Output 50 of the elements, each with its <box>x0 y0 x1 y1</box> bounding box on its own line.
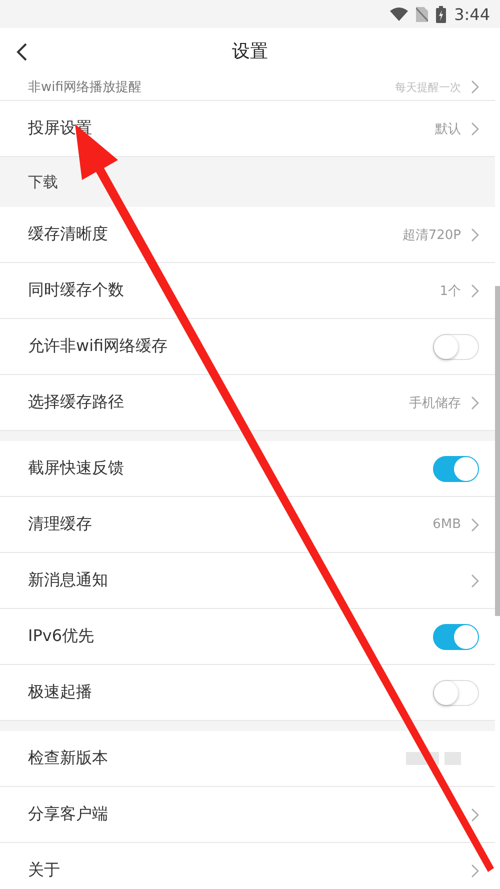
settings-row[interactable]: IPv6优先 <box>0 609 495 665</box>
row-label: 新消息通知 <box>28 570 108 591</box>
row-label: 选择缓存路径 <box>28 392 124 413</box>
chevron-icon <box>471 122 479 136</box>
page-title: 设置 <box>232 40 268 63</box>
row-label: IPv6优先 <box>28 626 94 647</box>
row-label: 允许非wifi网络缓存 <box>28 336 168 357</box>
row-label: 非wifi网络播放提醒 <box>28 79 142 96</box>
chevron-icon <box>471 808 479 822</box>
row-value: 手机储存 <box>409 394 461 412</box>
row-label: 极速起播 <box>28 682 92 703</box>
chevron-icon <box>471 396 479 410</box>
settings-row[interactable]: 非wifi网络播放提醒 每天提醒一次 <box>0 74 495 101</box>
wifi-icon <box>390 7 408 21</box>
chevron-icon <box>471 518 479 532</box>
row-label: 关于 <box>28 860 60 881</box>
row-value: 每天提醒一次 <box>395 80 461 94</box>
toggle-switch[interactable] <box>433 456 479 482</box>
row-label: 清理缓存 <box>28 514 92 535</box>
settings-row[interactable]: 允许非wifi网络缓存 <box>0 319 495 375</box>
row-value: 1个 <box>440 282 461 300</box>
row-label: 分享客户端 <box>28 804 108 825</box>
toggle-switch[interactable] <box>433 624 479 650</box>
settings-row[interactable]: 新消息通知 <box>0 553 495 609</box>
settings-row[interactable]: 缓存清晰度 超清720P <box>0 207 495 263</box>
row-label: 检查新版本 <box>28 748 108 769</box>
row-label: 截屏快速反馈 <box>28 458 124 479</box>
settings-row[interactable]: 选择缓存路径 手机储存 <box>0 375 495 431</box>
chevron-icon <box>471 80 479 94</box>
status-time: 3:44 <box>454 4 490 24</box>
no-sim-icon <box>416 6 428 22</box>
settings-row[interactable]: 截屏快速反馈 <box>0 441 495 497</box>
settings-row[interactable]: 同时缓存个数 1个 <box>0 263 495 319</box>
settings-row[interactable]: 检查新版本 <box>0 731 495 787</box>
section-header: 下载 <box>28 172 58 192</box>
back-icon <box>16 42 28 62</box>
row-label: 同时缓存个数 <box>28 280 124 301</box>
row-value: 默认 <box>435 120 461 138</box>
row-label: 缓存清晰度 <box>28 224 108 245</box>
chevron-icon <box>471 228 479 242</box>
row-value: 6MB <box>432 517 461 532</box>
chevron-icon <box>471 574 479 588</box>
row-value: 超清720P <box>402 226 461 244</box>
settings-row[interactable]: 分享客户端 <box>0 787 495 843</box>
battery-charging-icon <box>436 6 446 22</box>
settings-row[interactable]: 极速起播 <box>0 665 495 721</box>
chevron-icon <box>471 864 479 878</box>
settings-row[interactable]: 关于 <box>0 843 495 889</box>
chevron-icon <box>471 284 479 298</box>
settings-row[interactable]: 清理缓存 6MB <box>0 497 495 553</box>
